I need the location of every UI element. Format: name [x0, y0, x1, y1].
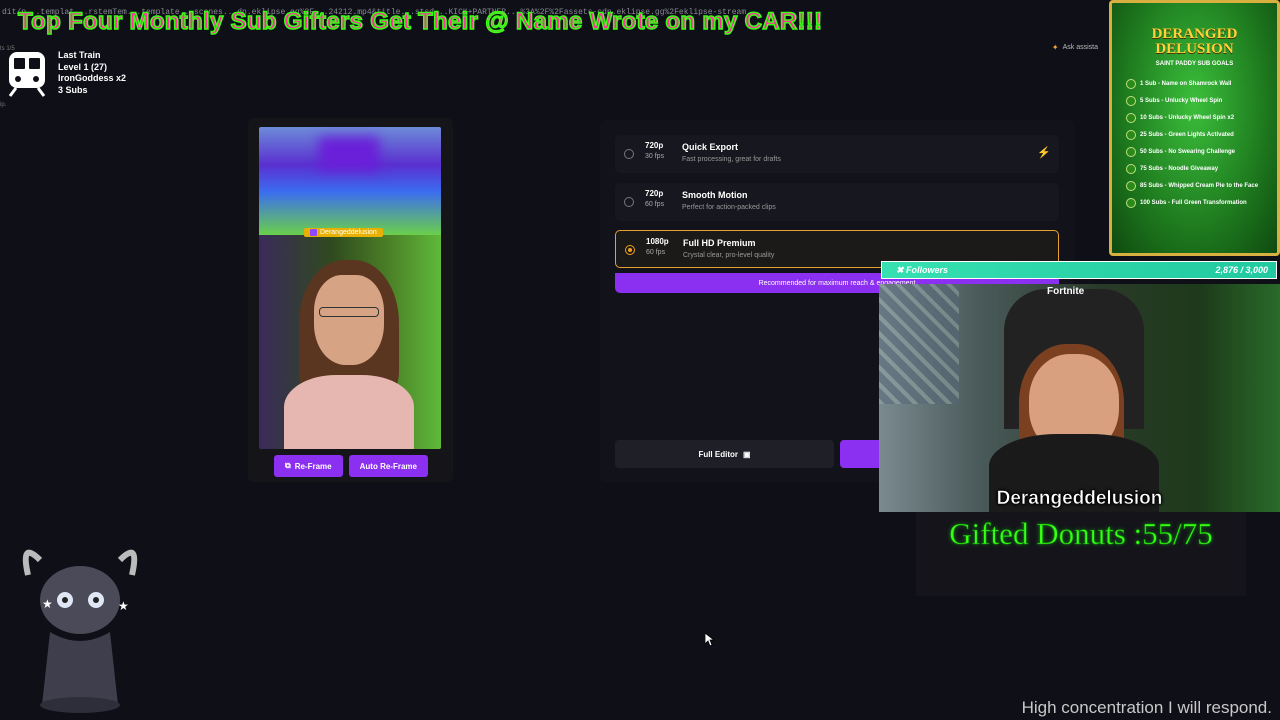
goal-item: 10 Subs - Unlucky Wheel Spin x2 [1126, 109, 1266, 126]
clip-preview-panel: Derangeddelusion ⧉ Re-Frame Auto Re-Fram… [248, 118, 453, 482]
train-subs: 3 Subs [58, 84, 88, 95]
shamrock-icon [1126, 180, 1136, 191]
export-option-quick[interactable]: 720p 30 fps Quick Export Fast processing… [615, 135, 1059, 173]
export-option-smooth[interactable]: 720p 60 fps Smooth Motion Perfect for ac… [615, 183, 1059, 221]
ask-assistant-button[interactable]: ✦ Ask assista [1052, 43, 1098, 52]
shamrock-icon [1126, 197, 1136, 208]
reframe-button[interactable]: ⧉ Re-Frame [274, 455, 343, 477]
reframe-label: Re-Frame [294, 461, 332, 471]
auto-reframe-label: Auto Re-Frame [359, 461, 417, 471]
goal-item: 85 Subs - Whipped Cream Pie to the Face [1126, 177, 1266, 194]
stream-frame: dit/p...templat...rstemTem...template...… [0, 0, 1280, 720]
side-fragment-2: ip. [0, 102, 7, 108]
train-user: IronGoddess x2 [58, 73, 127, 83]
shamrock-icon [1126, 129, 1136, 140]
option-fps: 30 fps [645, 153, 665, 160]
option-name: Full HD Premium [683, 238, 756, 248]
shamrock-icon [1126, 95, 1136, 106]
twitch-icon [310, 229, 317, 236]
goal-label: 50 Subs - No Swearing Challenge [1140, 148, 1236, 155]
train-icon [8, 52, 46, 97]
clip-preview-video[interactable]: Derangeddelusion [259, 127, 441, 449]
radio-button[interactable] [624, 149, 634, 159]
sparkle-icon: ✦ [1051, 43, 1059, 52]
donut-goal-text: Gifted Donuts :55/75 [949, 516, 1213, 552]
option-resolution: 1080p [646, 237, 669, 246]
option-desc: Fast processing, great for drafts [682, 156, 781, 163]
stream-headline: Top Four Monthly Sub Gifters Get Their @… [17, 7, 823, 36]
goal-label: 5 Subs - Unlucky Wheel Spin [1140, 97, 1223, 104]
auto-reframe-button[interactable]: Auto Re-Frame [348, 455, 428, 477]
editor-icon: ▣ [743, 449, 751, 459]
shamrock-icon [1126, 78, 1136, 89]
full-editor-button[interactable]: Full Editor ▣ [615, 440, 834, 468]
webcam-feed: Fortnite Derangeddelusion [879, 284, 1280, 512]
option-desc: Perfect for action-packed clips [682, 204, 776, 211]
goal-item: 100 Subs - Full Green Transformation [1126, 194, 1266, 211]
goal-label: 85 Subs - Whipped Cream Pie to the Face [1140, 182, 1259, 189]
option-name: Smooth Motion [682, 190, 748, 200]
mouse-cursor-icon [705, 633, 715, 647]
chair-logo: Fortnite [1047, 286, 1085, 297]
radio-button[interactable] [624, 197, 634, 207]
goal-list: 1 Sub - Name on Shamrock Wall 5 Subs - U… [1126, 75, 1266, 211]
shamrock-icon [1126, 112, 1136, 123]
goal-label: 75 Subs - Noodle Giveaway [1140, 165, 1219, 172]
goal-item: 25 Subs - Green Lights Activated [1126, 126, 1266, 143]
goal-label: 100 Subs - Full Green Transformation [1140, 199, 1247, 206]
svg-text:★: ★ [118, 599, 129, 613]
option-fps: 60 fps [645, 201, 665, 208]
ask-assistant-label: Ask assista [1062, 44, 1098, 51]
followers-count: 2,876 / 3,000 [1215, 265, 1268, 275]
goal-item: 75 Subs - Noodle Giveaway [1126, 160, 1266, 177]
goal-item: 50 Subs - No Swearing Challenge [1126, 143, 1266, 160]
goals-title-line2: DELUSION [1155, 41, 1234, 57]
stream-status-text: High concentration I will respond. [1021, 698, 1272, 717]
goals-subtitle: SAINT PADDY SUB GOALS [1155, 61, 1234, 67]
goal-label: 1 Sub - Name on Shamrock Wall [1140, 80, 1232, 87]
preview-facecam-region [259, 235, 441, 449]
sub-goals-panel: DERANGED DELUSION SAINT PADDY SUB GOALS … [1109, 0, 1280, 256]
option-fps: 60 fps [646, 249, 666, 256]
svg-text:★: ★ [42, 597, 53, 611]
radio-button-selected[interactable] [625, 245, 635, 255]
option-resolution: 720p [645, 189, 664, 198]
export-button[interactable] [840, 440, 880, 468]
goals-title: DERANGED DELUSION [1112, 27, 1277, 57]
full-editor-label: Full Editor [698, 449, 738, 459]
train-title: Last Train [58, 50, 101, 60]
option-desc: Crystal clear, pro-level quality [683, 252, 775, 259]
donut-goal-box: Gifted Donuts :55/75 [916, 512, 1246, 596]
train-level: Level 1 (27) [58, 61, 108, 72]
frame-buttons: ⧉ Re-Frame Auto Re-Frame [274, 455, 428, 477]
goal-item: 5 Subs - Unlucky Wheel Spin [1126, 92, 1266, 109]
option-resolution: 720p [645, 141, 664, 150]
kick-icon: ✖ [896, 264, 907, 275]
preview-gameplay-region [259, 127, 441, 235]
option-name: Quick Export [682, 142, 739, 152]
preview-name-tag: Derangeddelusion [304, 228, 383, 237]
lightning-icon: ⚡ [1037, 147, 1051, 159]
followers-goal-bar: ✖ Followers 2,876 / 3,000 [881, 261, 1277, 279]
crop-icon: ⧉ [285, 461, 291, 470]
goals-title-line1: DERANGED [1151, 26, 1238, 42]
goat-mascot-icon: ★ ★ [22, 549, 138, 713]
followers-label: Followers [906, 264, 949, 275]
preview-tag-label: Derangeddelusion [320, 229, 377, 236]
shamrock-icon [1126, 163, 1136, 174]
goal-label: 10 Subs - Unlucky Wheel Spin x2 [1140, 114, 1235, 121]
shamrock-icon [1126, 146, 1136, 157]
webcam-name: Derangeddelusion [996, 488, 1163, 510]
goal-label: 25 Subs - Green Lights Activated [1140, 131, 1234, 138]
goal-item: 1 Sub - Name on Shamrock Wall [1126, 75, 1266, 92]
train-alert: Last Train Level 1 (27) IronGoddess x2 3… [6, 50, 126, 98]
followers-label-wrap: ✖ Followers [896, 265, 948, 276]
train-text: Last Train Level 1 (27) IronGoddess x2 3… [58, 50, 126, 98]
